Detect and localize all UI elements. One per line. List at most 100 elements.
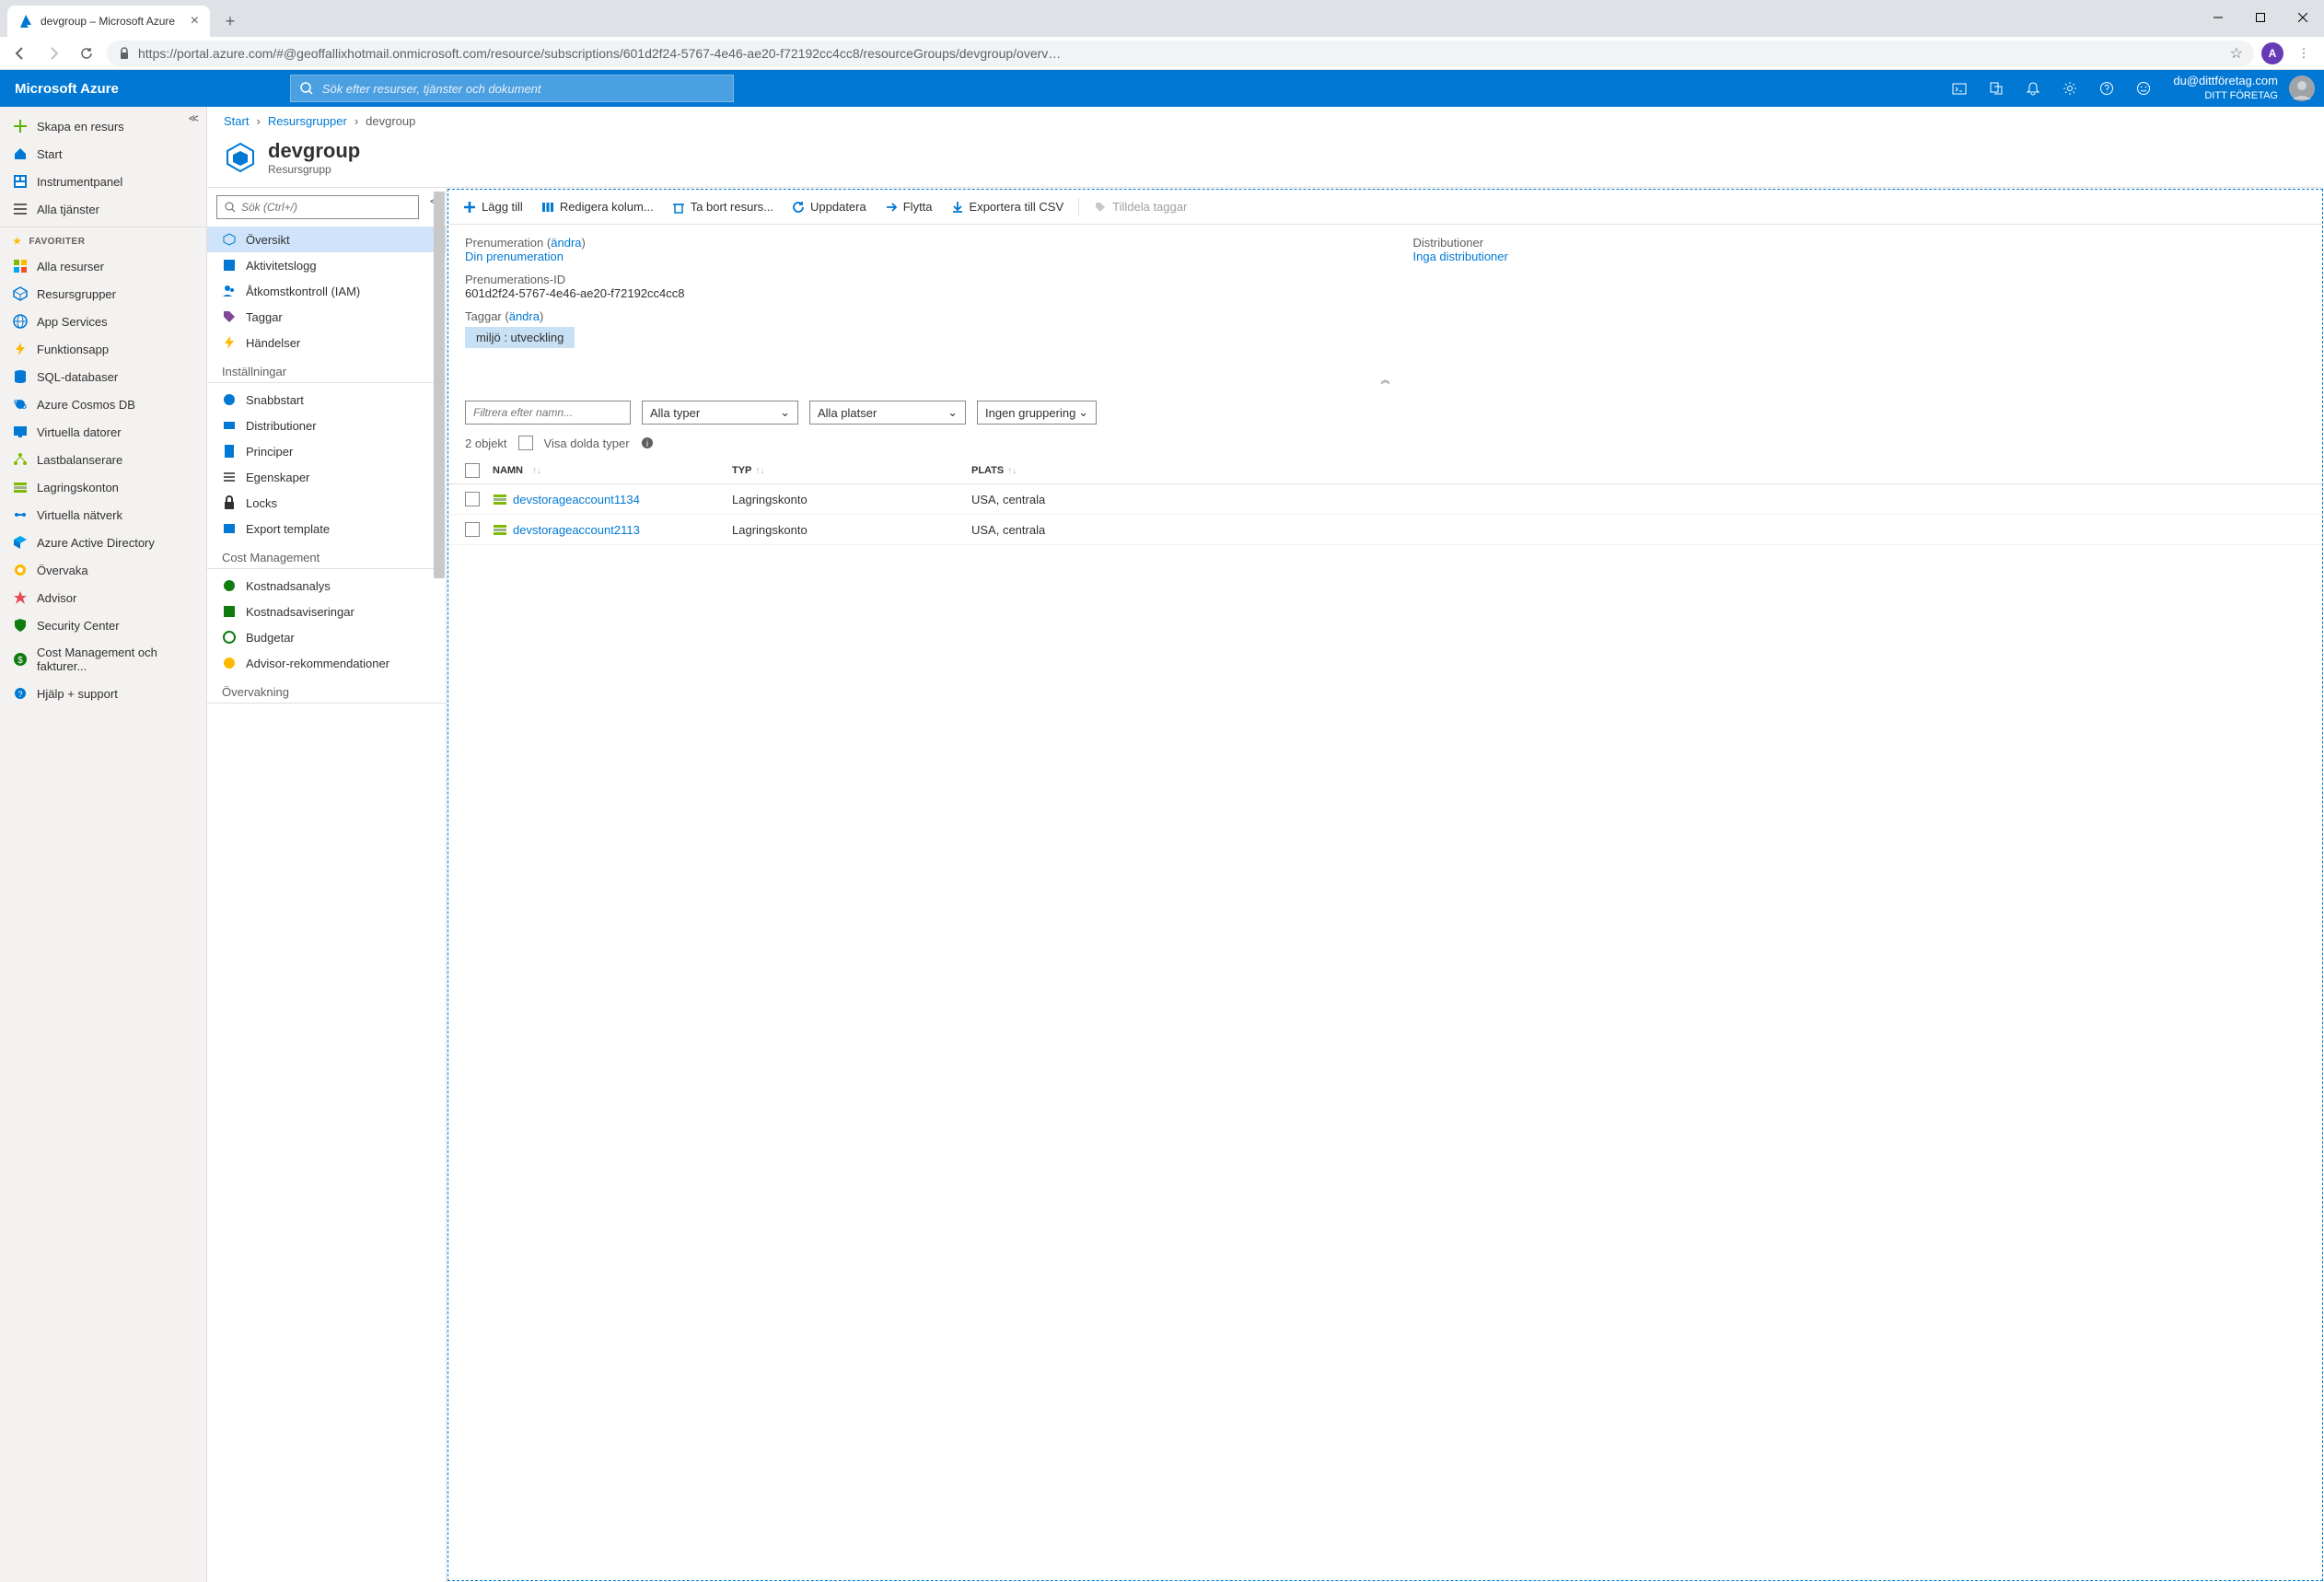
star-icon: ★ bbox=[13, 237, 21, 247]
sidebar-all-resources[interactable]: Alla resurser bbox=[0, 252, 206, 280]
info-icon[interactable]: i bbox=[641, 436, 654, 449]
submenu-locks[interactable]: Locks bbox=[207, 490, 446, 516]
filter-types-select[interactable]: Alla typer⌄ bbox=[642, 401, 798, 425]
sidebar-vms[interactable]: Virtuella datorer bbox=[0, 418, 206, 446]
back-button[interactable] bbox=[7, 41, 33, 66]
row-checkbox[interactable] bbox=[465, 492, 480, 506]
row-checkbox[interactable] bbox=[465, 522, 480, 537]
sidebar-all-services[interactable]: Alla tjänster bbox=[0, 195, 206, 223]
breadcrumb-home[interactable]: Start bbox=[224, 114, 249, 128]
submenu-cost-alerts[interactable]: Kostnadsaviseringar bbox=[207, 599, 446, 624]
resource-row[interactable]: devstorageaccount2113 Lagringskonto USA,… bbox=[448, 515, 2322, 545]
sidebar-storage[interactable]: Lagringskonton bbox=[0, 473, 206, 501]
show-hidden-checkbox[interactable] bbox=[518, 436, 533, 450]
select-all-checkbox[interactable] bbox=[465, 463, 480, 478]
col-location-header[interactable]: PLATS↑↓ bbox=[971, 465, 2306, 476]
deployments-link[interactable]: Inga distributioner bbox=[1413, 250, 1508, 263]
cloud-shell-icon[interactable] bbox=[1941, 70, 1978, 107]
col-type-header[interactable]: TYP↑↓ bbox=[732, 465, 971, 476]
chevron-down-icon: ⌄ bbox=[1078, 405, 1088, 420]
change-tags-link[interactable]: ändra bbox=[509, 309, 540, 323]
refresh-button[interactable]: Uppdatera bbox=[784, 195, 874, 218]
filter-name-input[interactable] bbox=[465, 401, 631, 425]
sidebar-advisor[interactable]: Advisor bbox=[0, 584, 206, 611]
col-name-header[interactable]: NAMN↑↓ bbox=[493, 465, 732, 476]
add-button[interactable]: Lägg till bbox=[456, 195, 530, 218]
sidebar-vnets[interactable]: Virtuella nätverk bbox=[0, 501, 206, 529]
sidebar-app-services[interactable]: App Services bbox=[0, 308, 206, 335]
essentials-collapse-icon[interactable]: ︽ bbox=[448, 368, 2322, 390]
breadcrumb-rg[interactable]: Resursgrupper bbox=[268, 114, 347, 128]
sidebar-security[interactable]: Security Center bbox=[0, 611, 206, 639]
forward-button[interactable] bbox=[41, 41, 66, 66]
help-icon[interactable] bbox=[2088, 70, 2125, 107]
submenu-properties[interactable]: Egenskaper bbox=[207, 464, 446, 490]
sidebar-create-resource[interactable]: Skapa en resurs bbox=[0, 112, 206, 140]
change-subscription-link[interactable]: ändra bbox=[551, 236, 581, 250]
filter-locations-select[interactable]: Alla platser⌄ bbox=[809, 401, 966, 425]
submenu-search[interactable] bbox=[216, 195, 419, 219]
address-bar[interactable]: https://portal.azure.com/#@geoffallixhot… bbox=[107, 41, 2254, 66]
sidebar-load-balancers[interactable]: Lastbalanserare bbox=[0, 446, 206, 473]
directory-filter-icon[interactable] bbox=[1978, 70, 2015, 107]
browser-tab[interactable]: devgroup – Microsoft Azure × bbox=[7, 6, 210, 37]
dashboard-icon bbox=[13, 174, 28, 189]
browser-menu-icon[interactable]: ⋮ bbox=[2291, 41, 2317, 66]
resource-link[interactable]: devstorageaccount1134 bbox=[513, 493, 640, 506]
submenu-overview[interactable]: Översikt bbox=[207, 227, 446, 252]
sidebar-cost[interactable]: $Cost Management och fakturer... bbox=[0, 639, 206, 680]
submenu-deployments[interactable]: Distributioner bbox=[207, 413, 446, 438]
azure-favicon bbox=[18, 14, 33, 29]
close-window-button[interactable] bbox=[2282, 4, 2324, 31]
feedback-icon[interactable] bbox=[2125, 70, 2162, 107]
azure-logo[interactable]: Microsoft Azure bbox=[0, 81, 134, 97]
plus-icon bbox=[13, 119, 28, 134]
tab-close-icon[interactable]: × bbox=[191, 13, 199, 29]
scrollbar[interactable] bbox=[434, 192, 445, 578]
delete-button[interactable]: Ta bort resurs... bbox=[665, 195, 781, 218]
tag-pill[interactable]: miljö : utveckling bbox=[465, 327, 575, 348]
maximize-button[interactable] bbox=[2239, 4, 2282, 31]
resource-row[interactable]: devstorageaccount1134 Lagringskonto USA,… bbox=[448, 484, 2322, 515]
minimize-button[interactable] bbox=[2197, 4, 2239, 31]
filter-grouping-select[interactable]: Ingen gruppering⌄ bbox=[977, 401, 1097, 425]
alert-icon bbox=[222, 604, 237, 619]
sidebar-monitor[interactable]: Övervaka bbox=[0, 556, 206, 584]
submenu-cost-analysis[interactable]: Kostnadsanalys bbox=[207, 573, 446, 599]
sidebar-dashboard[interactable]: Instrumentpanel bbox=[0, 168, 206, 195]
cube-icon bbox=[222, 232, 237, 247]
settings-icon[interactable] bbox=[2051, 70, 2088, 107]
sidebar-cosmos-db[interactable]: Azure Cosmos DB bbox=[0, 390, 206, 418]
export-csv-button[interactable]: Exportera till CSV bbox=[944, 195, 1072, 218]
star-icon[interactable]: ☆ bbox=[2230, 44, 2243, 63]
submenu-budgets[interactable]: Budgetar bbox=[207, 624, 446, 650]
edit-columns-button[interactable]: Redigera kolum... bbox=[534, 195, 661, 218]
user-info[interactable]: du@dittföretag.com DITT FÖRETAG bbox=[2162, 74, 2289, 102]
new-tab-button[interactable]: + bbox=[217, 8, 243, 34]
sidebar-function-app[interactable]: Funktionsapp bbox=[0, 335, 206, 363]
submenu-policies[interactable]: Principer bbox=[207, 438, 446, 464]
move-button[interactable]: Flytta bbox=[877, 195, 940, 218]
global-search[interactable] bbox=[290, 75, 734, 102]
submenu-quickstart[interactable]: Snabbstart bbox=[207, 387, 446, 413]
sidebar-resource-groups[interactable]: Resursgrupper bbox=[0, 280, 206, 308]
profile-avatar[interactable]: A bbox=[2261, 42, 2283, 64]
submenu-activity[interactable]: Aktivitetslogg bbox=[207, 252, 446, 278]
submenu-events[interactable]: Händelser bbox=[207, 330, 446, 355]
sidebar-aad[interactable]: Azure Active Directory bbox=[0, 529, 206, 556]
subscription-link[interactable]: Din prenumeration bbox=[465, 250, 564, 263]
submenu-export[interactable]: Export template bbox=[207, 516, 446, 541]
sidebar-collapse-icon[interactable]: ≪ bbox=[188, 112, 199, 124]
submenu-search-input[interactable] bbox=[241, 201, 411, 214]
submenu-advisor-rec[interactable]: Advisor-rekommendationer bbox=[207, 650, 446, 676]
notifications-icon[interactable] bbox=[2015, 70, 2051, 107]
submenu-iam[interactable]: Åtkomstkontroll (IAM) bbox=[207, 278, 446, 304]
sidebar-home[interactable]: Start bbox=[0, 140, 206, 168]
search-input[interactable] bbox=[322, 82, 724, 96]
reload-button[interactable] bbox=[74, 41, 99, 66]
user-avatar-icon[interactable] bbox=[2289, 76, 2315, 101]
resource-link[interactable]: devstorageaccount2113 bbox=[513, 523, 640, 537]
sidebar-sql-db[interactable]: SQL-databaser bbox=[0, 363, 206, 390]
submenu-tags[interactable]: Taggar bbox=[207, 304, 446, 330]
sidebar-help[interactable]: ?Hjälp + support bbox=[0, 680, 206, 707]
